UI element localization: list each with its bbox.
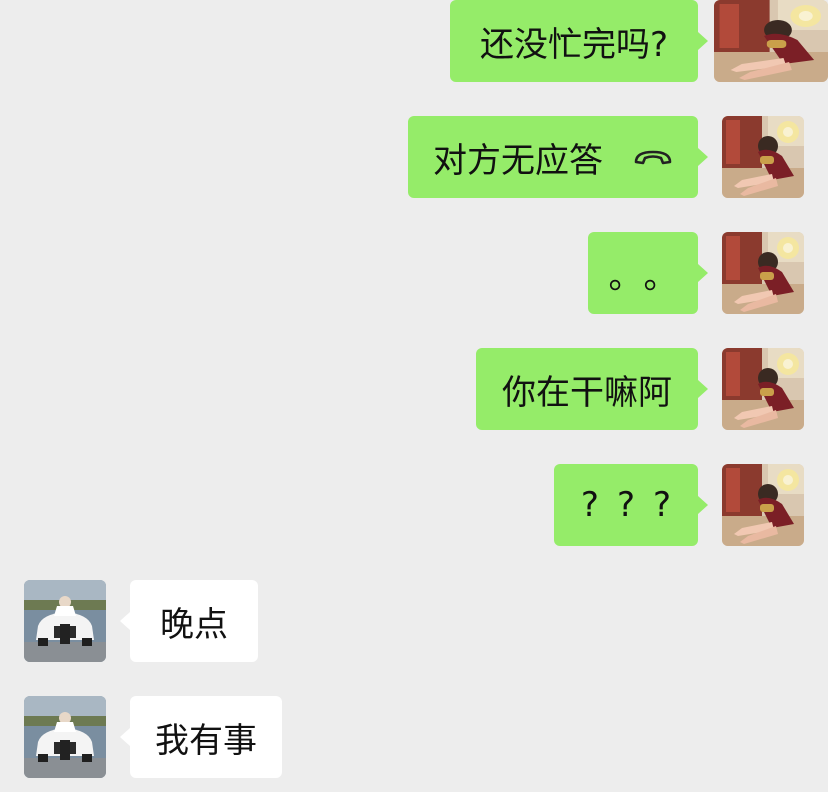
- bubble-tail: [698, 148, 708, 166]
- girl-photo-icon: [722, 348, 804, 430]
- self-avatar[interactable]: [722, 348, 804, 430]
- self-avatar[interactable]: [722, 116, 804, 198]
- message-text: 我有事: [155, 720, 257, 761]
- bubble-tail: [698, 264, 708, 282]
- sent-message-bubble[interactable]: 还没忙完吗?: [450, 0, 708, 82]
- self-avatar[interactable]: [722, 464, 804, 546]
- message-text: ???: [580, 485, 690, 525]
- sent-message-bubble[interactable]: 对方无应答: [408, 116, 708, 198]
- self-avatar[interactable]: [714, 0, 828, 82]
- message-text: 你在干嘛阿: [502, 372, 672, 413]
- message-row: 晚点: [0, 580, 828, 662]
- sent-message-bubble[interactable]: ???: [554, 464, 708, 546]
- contact-avatar[interactable]: [24, 696, 106, 778]
- message-row: ???: [0, 464, 828, 546]
- girl-photo-icon: [722, 464, 804, 546]
- message-text: 晚点: [160, 604, 228, 645]
- bubble-tail: [698, 380, 708, 398]
- car-photo-icon: [24, 580, 106, 662]
- sent-message-bubble[interactable]: 。。: [588, 232, 708, 314]
- girl-photo-icon: [714, 0, 828, 82]
- message-text: 。。: [608, 256, 696, 297]
- message-text: 对方无应答: [433, 140, 603, 181]
- bubble-tail: [120, 612, 130, 630]
- sent-message-bubble[interactable]: 你在干嘛阿: [476, 348, 708, 430]
- bubble-tail: [698, 496, 708, 514]
- girl-photo-icon: [722, 232, 804, 314]
- girl-photo-icon: [722, 116, 804, 198]
- bubble-tail: [698, 32, 708, 50]
- bubble-tail: [120, 728, 130, 746]
- message-row: 对方无应答: [0, 116, 828, 198]
- message-text: 还没忙完吗?: [479, 24, 669, 65]
- message-row: 你在干嘛阿: [0, 348, 828, 430]
- message-row: 还没忙完吗?: [0, 0, 828, 82]
- message-row: 我有事: [0, 696, 828, 778]
- contact-avatar[interactable]: [24, 580, 106, 662]
- received-message-bubble[interactable]: 晚点: [120, 580, 258, 662]
- hang-up-phone-icon: [634, 150, 672, 165]
- received-message-bubble[interactable]: 我有事: [120, 696, 282, 778]
- message-row: 。。: [0, 232, 828, 314]
- car-photo-icon: [24, 696, 106, 778]
- self-avatar[interactable]: [722, 232, 804, 314]
